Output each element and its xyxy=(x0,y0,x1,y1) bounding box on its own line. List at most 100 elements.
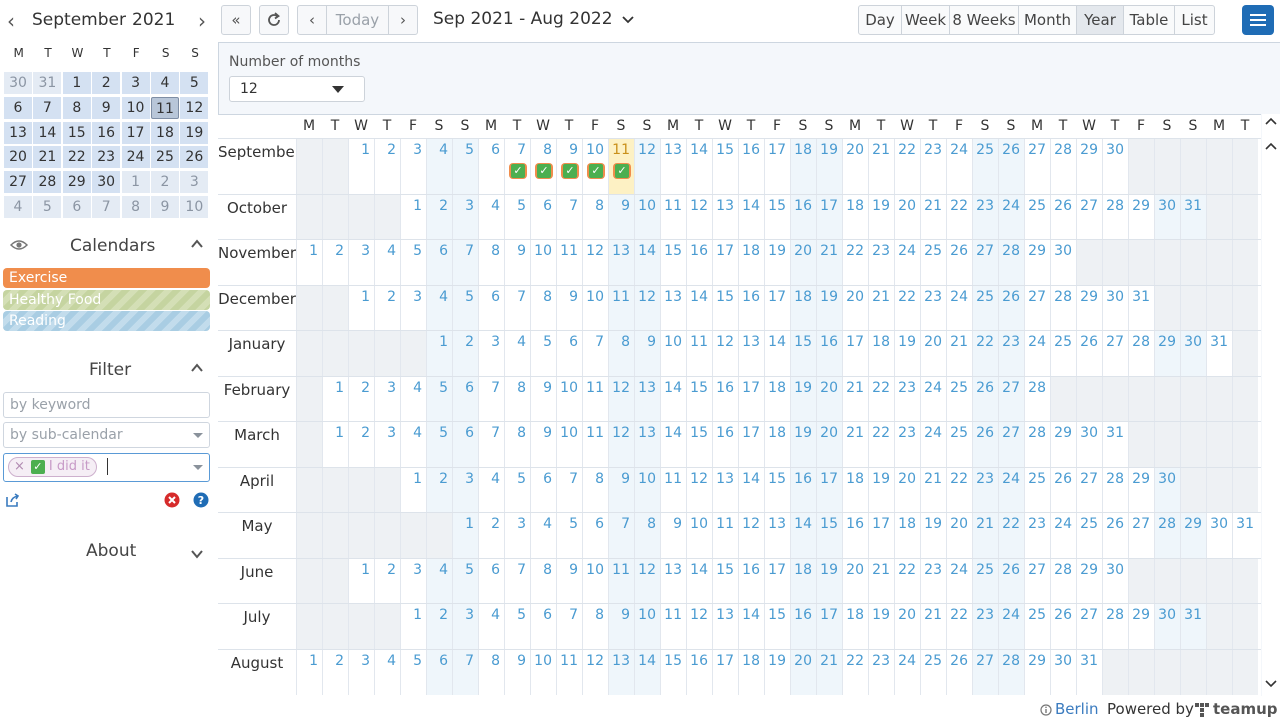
day-cell[interactable]: 11 xyxy=(608,559,634,603)
month-label[interactable]: May xyxy=(218,513,296,559)
day-cell[interactable]: 29 xyxy=(1128,468,1154,512)
day-cell[interactable]: 11 xyxy=(712,513,738,558)
day-cell[interactable]: 7 ✓ xyxy=(504,139,530,194)
day-cell[interactable]: 31 xyxy=(1076,650,1102,695)
day-cell[interactable]: 9 xyxy=(608,604,634,649)
day-cell[interactable]: 13 xyxy=(738,331,764,376)
day-cell[interactable]: 8 xyxy=(504,377,530,421)
day-cell[interactable]: 30 xyxy=(1102,139,1128,194)
double-back-button[interactable]: « xyxy=(221,5,251,35)
day-cell[interactable]: 28 xyxy=(998,650,1024,695)
day-cell[interactable]: 2 xyxy=(426,195,452,239)
day-cell[interactable]: 8 xyxy=(504,422,530,467)
day-cell[interactable]: 16 xyxy=(790,195,816,239)
day-cell[interactable]: 24 xyxy=(998,468,1024,512)
day-cell[interactable]: 19 xyxy=(868,604,894,649)
day-cell[interactable]: 11 xyxy=(660,604,686,649)
day-cell[interactable]: 14 xyxy=(738,468,764,512)
mini-calendar-day[interactable]: 7 xyxy=(33,96,62,119)
day-cell[interactable]: 6 xyxy=(530,468,556,512)
mini-calendar-day[interactable]: 23 xyxy=(92,146,121,169)
day-cell[interactable]: 9 xyxy=(530,377,556,421)
day-cell[interactable]: 7 xyxy=(478,377,504,421)
day-cell[interactable]: 24 xyxy=(920,377,946,421)
mini-calendar-day[interactable]: 29 xyxy=(62,171,91,194)
day-cell[interactable]: 20 xyxy=(920,331,946,376)
day-cell[interactable]: 21 xyxy=(972,513,998,558)
day-cell[interactable]: 5 xyxy=(400,650,426,695)
mini-calendar-month[interactable]: September xyxy=(32,10,126,30)
day-cell[interactable]: 18 xyxy=(894,513,920,558)
day-cell[interactable]: 16 xyxy=(790,468,816,512)
day-cell[interactable]: 9 xyxy=(504,650,530,695)
day-cell[interactable]: 13 xyxy=(634,422,660,467)
day-cell[interactable]: 7 xyxy=(504,286,530,330)
day-cell[interactable]: 19 xyxy=(816,559,842,603)
day-cell[interactable]: 26 xyxy=(1050,195,1076,239)
day-cell[interactable]: 4 xyxy=(400,377,426,421)
day-cell[interactable]: 22 xyxy=(946,195,972,239)
day-cell[interactable]: 18 xyxy=(790,139,816,194)
day-cell[interactable]: 26 xyxy=(1050,468,1076,512)
day-cell[interactable]: 13 xyxy=(712,604,738,649)
day-cell[interactable]: 20 xyxy=(894,468,920,512)
chevron-up-icon[interactable] xyxy=(190,237,204,251)
day-cell[interactable]: 21 xyxy=(868,559,894,603)
day-cell[interactable]: 26 xyxy=(1102,513,1128,558)
day-cell[interactable]: 24 xyxy=(946,139,972,194)
scroll-down-icon[interactable] xyxy=(1265,680,1277,688)
day-cell[interactable]: 22 xyxy=(946,604,972,649)
mini-calendar-day[interactable]: 10 xyxy=(180,195,209,218)
mini-calendar-day[interactable]: 31 xyxy=(33,72,62,94)
day-cell[interactable]: 9 xyxy=(634,331,660,376)
day-cell[interactable]: 26 xyxy=(1050,604,1076,649)
day-cell[interactable]: 11 ✓ xyxy=(608,139,634,194)
mini-calendar-day[interactable]: 21 xyxy=(33,146,62,169)
mini-calendar-day[interactable]: 4 xyxy=(150,72,179,94)
day-cell[interactable]: 23 xyxy=(998,331,1024,376)
calendar-item-reading[interactable]: Reading xyxy=(3,311,210,331)
date-range-picker[interactable]: Sep 2021 - Aug 2022 xyxy=(433,9,634,29)
day-cell[interactable]: 23 xyxy=(972,604,998,649)
day-cell[interactable]: 30 xyxy=(1102,286,1128,330)
main-menu-button[interactable] xyxy=(1242,5,1274,35)
day-cell[interactable]: 7 xyxy=(556,604,582,649)
day-cell[interactable]: 29 xyxy=(1076,286,1102,330)
mini-calendar-day[interactable]: 9 xyxy=(150,195,179,218)
day-cell[interactable]: 25 xyxy=(920,650,946,695)
day-cell[interactable]: 23 xyxy=(894,422,920,467)
day-cell[interactable]: 11 xyxy=(582,377,608,421)
day-cell[interactable]: 24 xyxy=(998,195,1024,239)
day-cell[interactable]: 16 xyxy=(842,513,868,558)
day-cell[interactable]: 18 xyxy=(738,240,764,285)
day-cell[interactable]: 10 xyxy=(530,650,556,695)
day-cell[interactable]: 8 xyxy=(634,513,660,558)
day-cell[interactable]: 20 xyxy=(816,422,842,467)
day-cell[interactable]: 19 xyxy=(790,422,816,467)
month-label[interactable]: January xyxy=(218,331,296,377)
day-cell[interactable]: 12 xyxy=(634,559,660,603)
day-cell[interactable]: 19 xyxy=(816,286,842,330)
day-cell[interactable]: 17 xyxy=(868,513,894,558)
mini-calendar-day[interactable]: 28 xyxy=(33,171,62,194)
day-cell[interactable]: 22 xyxy=(842,240,868,285)
day-cell[interactable]: 4 xyxy=(426,286,452,330)
day-cell[interactable]: 4 xyxy=(374,240,400,285)
day-cell[interactable]: 19 xyxy=(790,377,816,421)
day-cell[interactable]: 8 xyxy=(478,240,504,285)
day-cell[interactable]: 10 xyxy=(634,468,660,512)
day-cell[interactable]: 10 xyxy=(634,604,660,649)
day-cell[interactable]: 16 xyxy=(738,139,764,194)
month-label[interactable]: June xyxy=(218,559,296,604)
day-cell[interactable]: 4 xyxy=(426,139,452,194)
day-cell[interactable]: 9 xyxy=(608,468,634,512)
month-label[interactable]: September xyxy=(218,139,301,195)
day-cell[interactable]: 4 xyxy=(504,331,530,376)
day-cell[interactable]: 23 xyxy=(920,286,946,330)
day-cell[interactable]: 6 xyxy=(452,422,478,467)
day-cell[interactable]: 28 xyxy=(1128,331,1154,376)
day-cell[interactable]: 28 xyxy=(1102,468,1128,512)
mini-calendar-day[interactable]: 12 xyxy=(180,96,209,119)
day-cell[interactable]: 4 xyxy=(374,650,400,695)
day-cell[interactable]: 24 xyxy=(998,604,1024,649)
